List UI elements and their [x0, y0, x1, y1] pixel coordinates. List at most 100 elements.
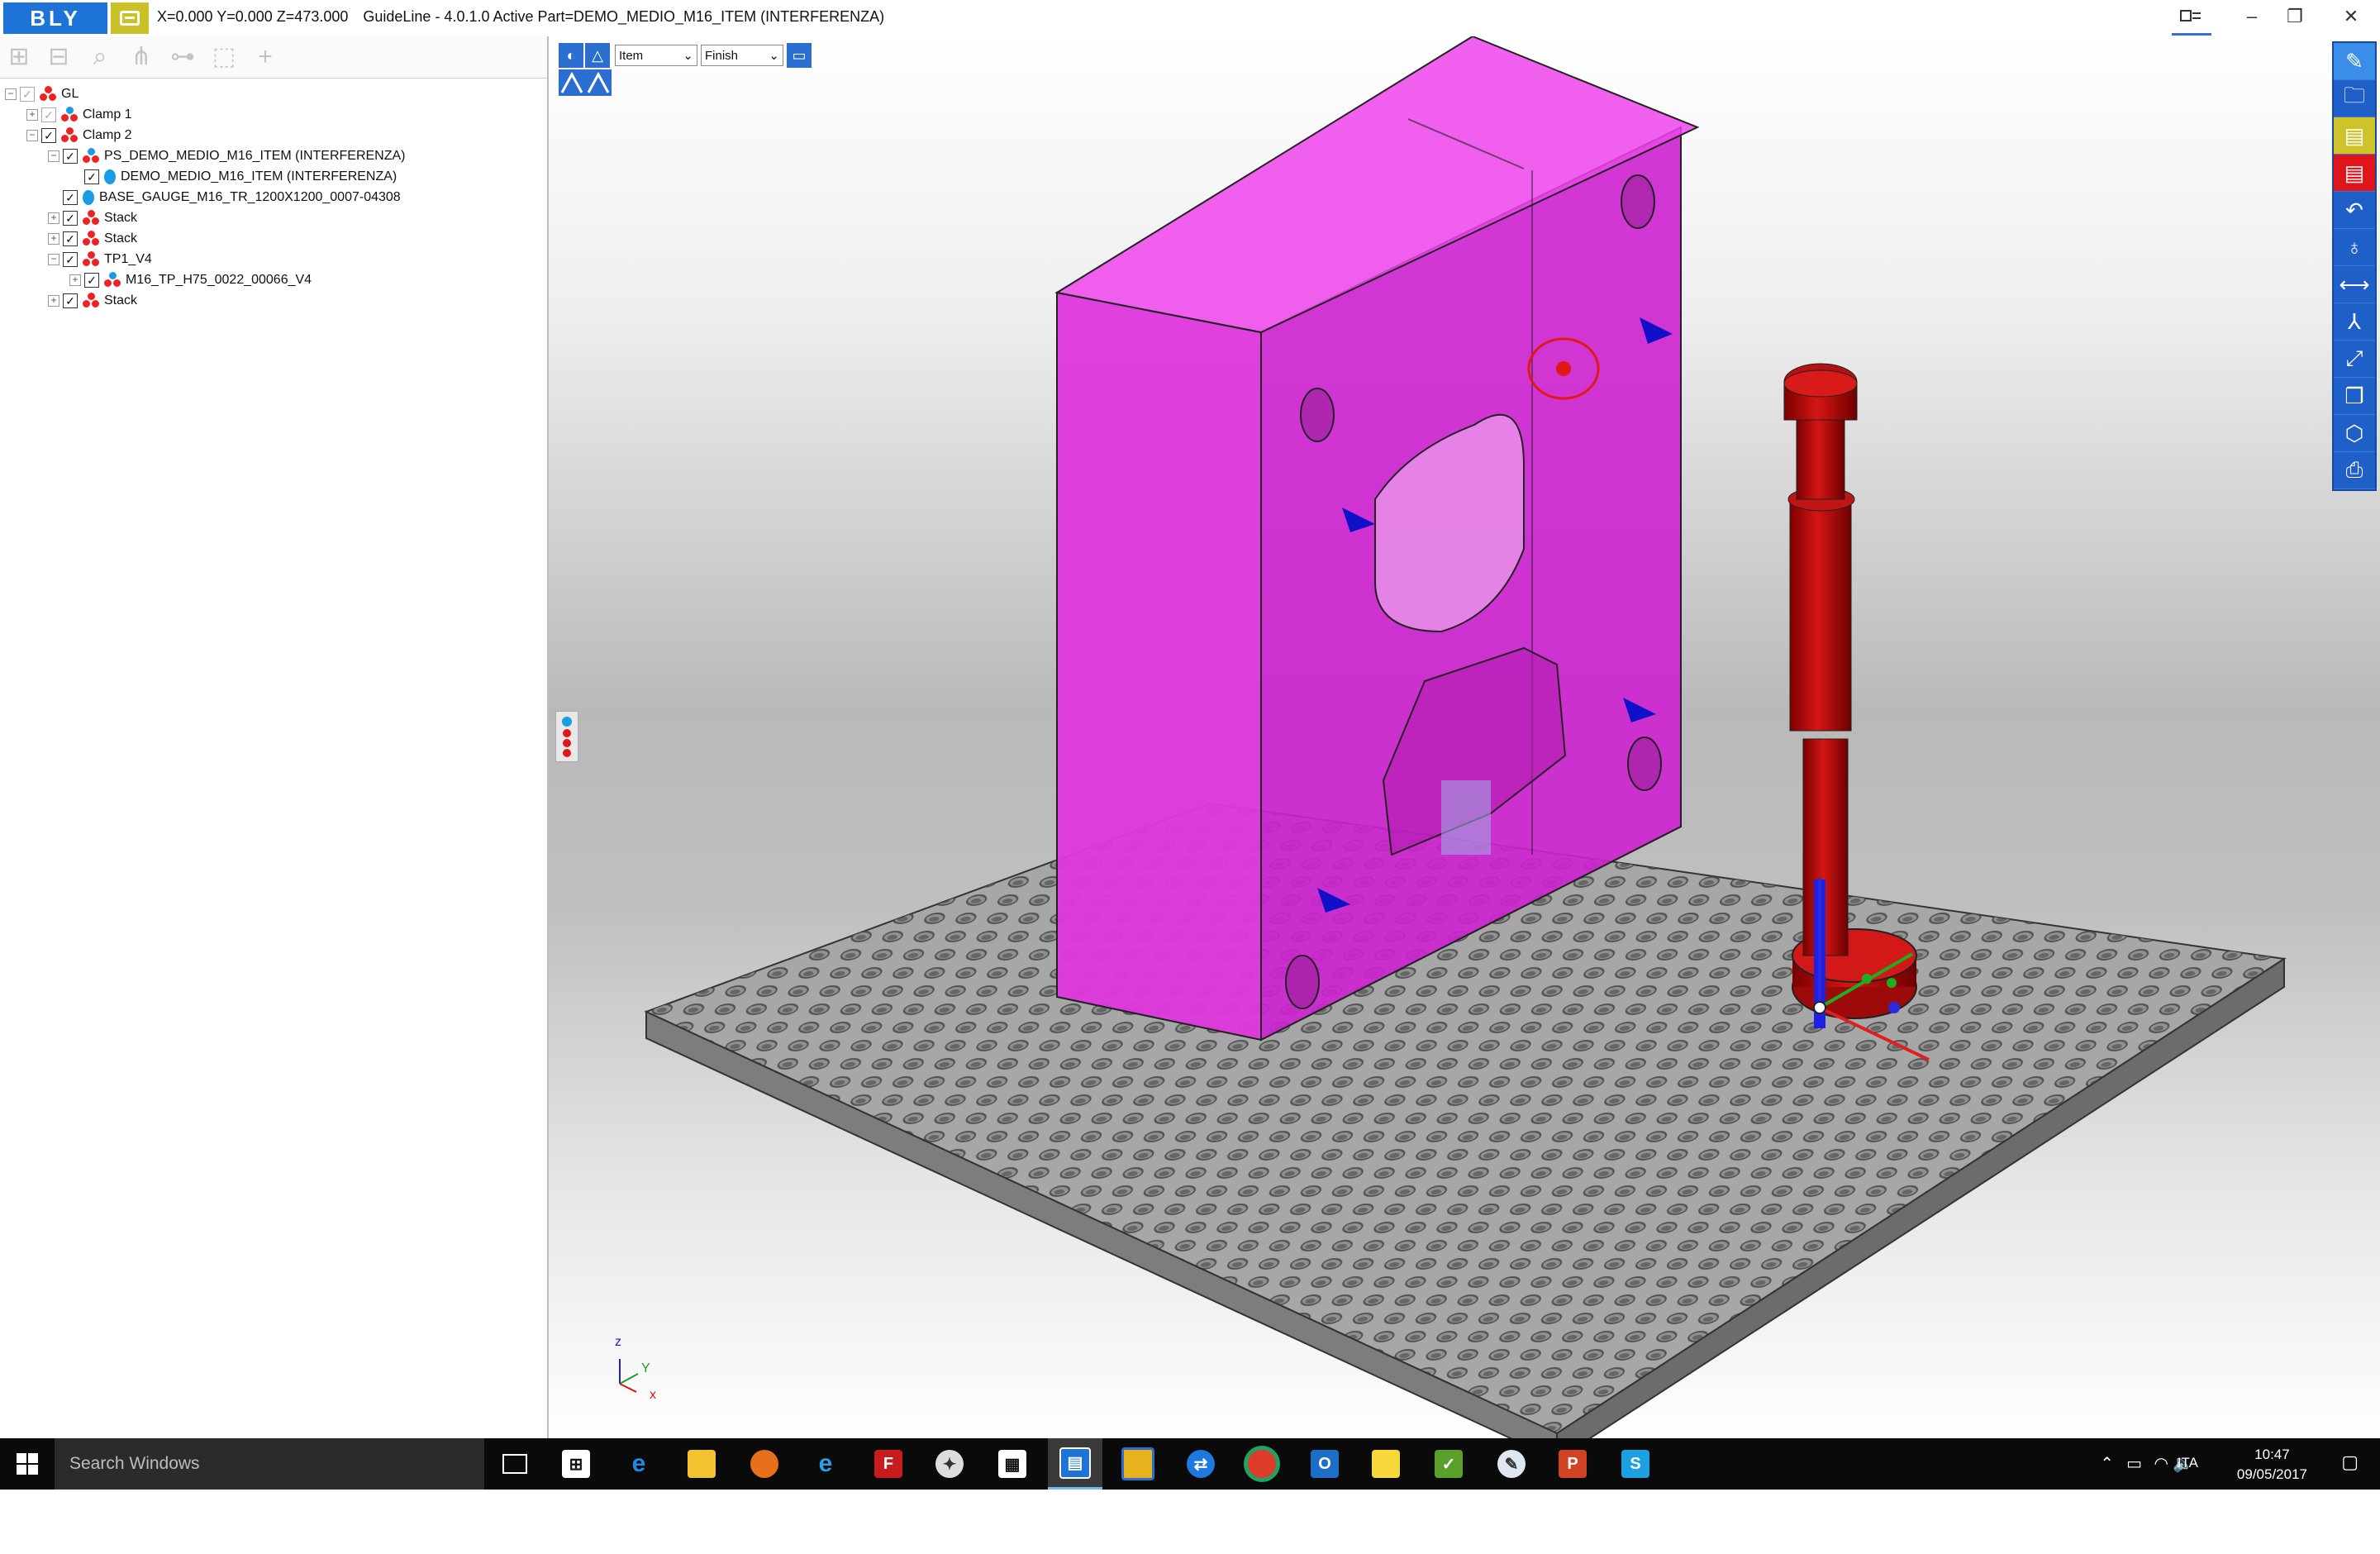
3d-scene[interactable] [549, 36, 2380, 1438]
visibility-checkbox[interactable]: ✓ [84, 273, 99, 288]
tree-row[interactable]: + ✓ M16_TP_H75_0022_00066_V4 [69, 270, 312, 290]
axis-z-label: z [615, 1335, 621, 1349]
sticky-notes-icon[interactable] [1359, 1438, 1413, 1490]
visibility-checkbox[interactable]: ✓ [41, 107, 56, 122]
tree-row[interactable]: ✓ DEMO_MEDIO_M16_ITEM (INTERFERENZA) [84, 167, 397, 187]
expand-toggle-icon[interactable]: + [48, 212, 60, 224]
title-bar: BLY X=0.000 Y=0.000 Z=473.000 GuideLine -… [0, 0, 2380, 37]
chrome-app-icon[interactable] [1235, 1438, 1289, 1490]
notifications-icon[interactable]: ▢ [2341, 1452, 2359, 1473]
tree-row[interactable]: − ✓ PS_DEMO_MEDIO_M16_ITEM (INTERFERENZA… [48, 146, 406, 166]
wifi-icon[interactable]: ◠ [2154, 1453, 2168, 1474]
taskbar: Search Windows ⊞ e e F ✦ ▦ ▤ ⇄ O ✓ ✎ P S… [0, 1438, 2380, 1490]
edge-app-icon[interactable]: e [612, 1438, 666, 1490]
triangle-mode-icon[interactable]: △ [585, 43, 610, 68]
view-mode-icon[interactable] [559, 69, 612, 96]
visibility-checkbox[interactable]: ✓ [63, 252, 78, 267]
collapse-toggle-icon[interactable]: − [48, 150, 60, 162]
part-icon [83, 190, 94, 205]
tree-row[interactable]: − ✓ Clamp 2 [26, 126, 132, 145]
tree-row[interactable]: ✓ BASE_GAUGE_M16_TR_1200X1200_0007-04308 [63, 188, 401, 207]
add-icon[interactable]: + [251, 43, 279, 71]
file-explorer-icon[interactable] [674, 1438, 729, 1490]
tree-item-label: Clamp 2 [83, 128, 132, 142]
measure-icon[interactable]: ⟷ [2334, 266, 2375, 303]
tree-structure-icon[interactable]: ⊶ [169, 43, 197, 71]
battery-icon[interactable]: ▭ [2126, 1453, 2142, 1474]
tree-row[interactable]: − ✓ GL [5, 84, 79, 104]
coordinate-readout: X=0.000 Y=0.000 Z=473.000 [157, 8, 349, 25]
fit-view-icon[interactable]: ⤢ [2334, 341, 2375, 378]
tree-item-label: PS_DEMO_MEDIO_M16_ITEM (INTERFERENZA) [104, 149, 406, 163]
visibility-checkbox[interactable]: ✓ [20, 87, 35, 102]
item-select[interactable]: Item ⌄ [615, 45, 697, 66]
teamviewer-icon[interactable]: ⇄ [1173, 1438, 1228, 1490]
expand-toggle-icon[interactable]: + [26, 109, 38, 121]
3d-viewport[interactable]: ◐ △ Item ⌄ Finish ⌄ ▭ ✎ 🗀 ▤ ▤ ↶ ♁ ⟷ ⅄ ⤢ ❐ … [549, 36, 2380, 1438]
chevron-up-icon[interactable]: ⌃ [2100, 1453, 2114, 1474]
folder-app-icon[interactable] [1111, 1438, 1165, 1490]
visibility-checkbox[interactable]: ✓ [63, 231, 78, 246]
axis-icon[interactable]: ⅄ [2334, 303, 2375, 341]
guideline-app-icon[interactable]: ▤ [1048, 1438, 1102, 1490]
open-folder-icon[interactable]: 🗀 [2334, 80, 2375, 117]
expand-toggle-icon[interactable]: + [69, 274, 81, 286]
view-settings-icon[interactable]: ▭ [787, 43, 812, 68]
axis-y-label: Y [641, 1361, 650, 1375]
collapse-toggle-icon[interactable]: − [5, 88, 17, 100]
hierarchy-icon[interactable]: ⋔ [127, 43, 155, 71]
expand-all-icon[interactable]: ⊞ [5, 43, 33, 71]
visibility-checkbox[interactable]: ✓ [63, 293, 78, 308]
axis-x-label: x [650, 1388, 656, 1400]
expand-toggle-icon[interactable]: + [48, 233, 60, 245]
calculator-icon[interactable]: ▦ [985, 1438, 1040, 1490]
app-window-icon[interactable]: ▤ [2334, 117, 2375, 155]
task-view-icon[interactable] [488, 1438, 542, 1490]
clock[interactable]: 10:47 09/05/2017 [2237, 1445, 2307, 1485]
visibility-checkbox[interactable]: ✓ [63, 190, 78, 205]
green-app-icon[interactable]: ✓ [1421, 1438, 1476, 1490]
visibility-checkbox[interactable]: ✓ [84, 169, 99, 184]
restore-button[interactable]: ❐ [2266, 0, 2324, 33]
visibility-checkbox[interactable]: ✓ [41, 128, 56, 143]
cube-icon[interactable]: ⬡ [2334, 415, 2375, 452]
filezilla-app-icon[interactable]: F [861, 1438, 916, 1490]
start-button[interactable] [0, 1438, 55, 1490]
pin-icon[interactable] [2172, 2, 2211, 36]
internet-explorer-icon[interactable]: e [798, 1438, 853, 1490]
expand-toggle-icon[interactable]: + [48, 295, 60, 307]
shading-mode-icon[interactable]: ◐ [559, 43, 583, 68]
tools-app-icon[interactable]: ✦ [922, 1438, 977, 1490]
layer-marker-icon[interactable] [555, 711, 578, 762]
collapse-toggle-icon[interactable]: − [26, 130, 38, 141]
close-button[interactable]: ✕ [2322, 0, 2380, 33]
collapse-toggle-icon[interactable]: − [48, 254, 60, 265]
collapse-all-icon[interactable]: ⊟ [45, 43, 73, 71]
tree-row[interactable]: − ✓ TP1_V4 [48, 250, 152, 269]
tree-row[interactable]: + ✓ Stack [48, 208, 137, 228]
store-app-icon[interactable]: ⊞ [549, 1438, 603, 1490]
powerpoint-app-icon[interactable]: P [1545, 1438, 1600, 1490]
print-icon[interactable]: ⎙ [2334, 452, 2375, 489]
tree-row[interactable]: + ✓ Stack [48, 291, 137, 311]
outlook-app-icon[interactable]: O [1297, 1438, 1352, 1490]
visibility-checkbox[interactable]: ✓ [63, 149, 78, 164]
visibility-checkbox[interactable]: ✓ [63, 211, 78, 226]
tree-row[interactable]: + ✓ Stack [48, 229, 137, 249]
search-icon[interactable]: ⌕ [86, 43, 114, 71]
tree-row[interactable]: + ✓ Clamp 1 [26, 105, 132, 125]
paint-app-icon[interactable]: ✎ [1484, 1438, 1539, 1490]
firefox-app-icon[interactable] [737, 1438, 792, 1490]
select-box-icon[interactable]: ⬚ [210, 43, 238, 71]
pin-icon[interactable]: ✎ [2334, 43, 2375, 80]
layers-icon[interactable]: ❐ [2334, 378, 2375, 415]
finish-select[interactable]: Finish ⌄ [701, 45, 783, 66]
record-icon[interactable]: ▤ [2334, 155, 2375, 192]
language-indicator[interactable]: ITA [2178, 1455, 2198, 1471]
skype-app-icon[interactable]: S [1608, 1438, 1663, 1490]
app-menu-icon[interactable] [111, 2, 149, 34]
lightbulb-icon[interactable]: ♁ [2334, 229, 2375, 266]
bly-logo[interactable]: BLY [3, 2, 107, 34]
undo-icon[interactable]: ↶ [2334, 192, 2375, 229]
search-input[interactable]: Search Windows [55, 1438, 484, 1490]
